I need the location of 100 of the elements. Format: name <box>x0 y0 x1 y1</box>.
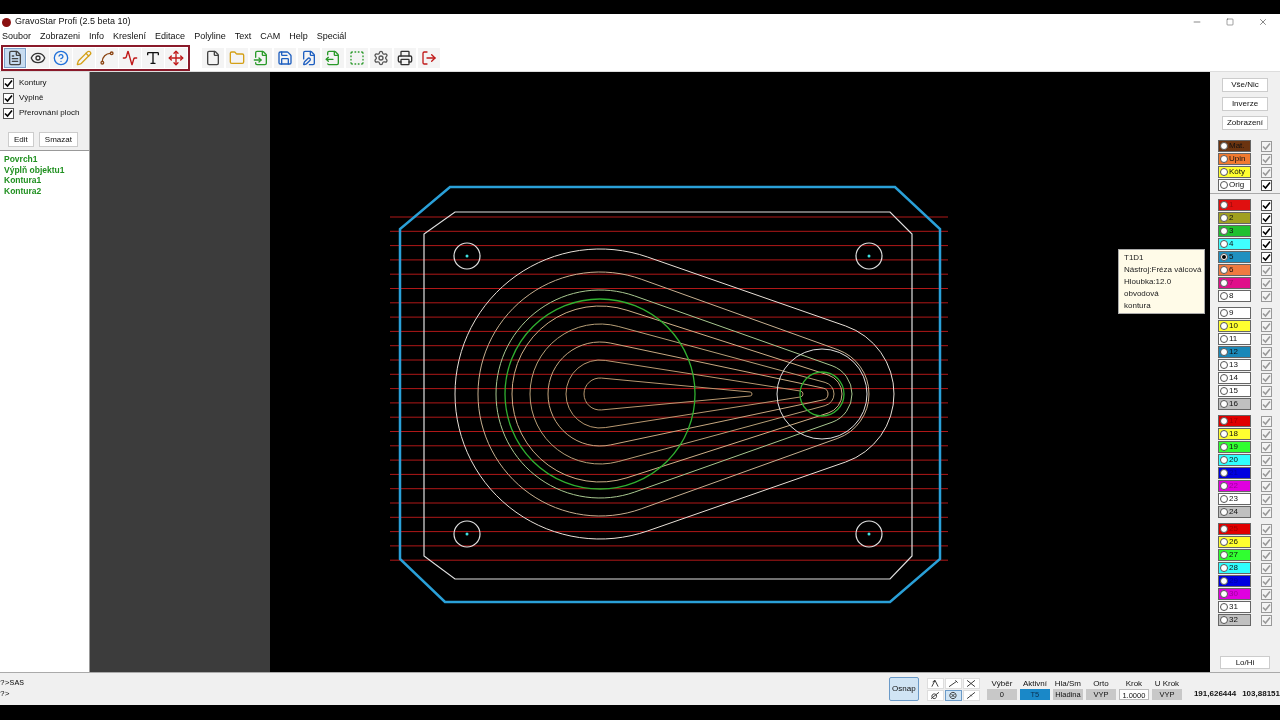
layer-label: 25 <box>1229 524 1238 534</box>
layer-checkbox[interactable] <box>1261 212 1272 224</box>
osnap-button[interactable]: Osnap <box>888 677 919 701</box>
layer-radio[interactable] <box>1220 227 1228 235</box>
toolbar-button[interactable] <box>394 47 416 68</box>
tooltip-line: T1D1 <box>1124 253 1145 262</box>
field-label: Orto <box>1093 678 1109 689</box>
snap-icon <box>947 689 960 701</box>
toolbar-button[interactable] <box>27 47 49 68</box>
menu-item[interactable]: Info <box>89 30 105 44</box>
drawing-canvas[interactable]: T1D1 Nástroj:Fréza válcová Hloubka:12.0 obvodová kontura <box>270 72 1210 672</box>
menu-item[interactable]: CAM <box>260 30 281 44</box>
layer-swatch[interactable]: 5 <box>1218 251 1251 263</box>
field-label: Hla/Sm <box>1054 678 1081 689</box>
arrows-icon <box>168 49 184 66</box>
panel-button[interactable]: Vše/Nic <box>1222 78 1268 92</box>
snap-button[interactable] <box>944 689 962 701</box>
layer-swatch[interactable]: 4 <box>1218 238 1251 250</box>
tooltip-line: obvodová <box>1124 289 1160 298</box>
layer-radio[interactable] <box>1220 253 1228 261</box>
toolbar-button[interactable] <box>298 47 320 68</box>
file-import-icon <box>253 49 269 66</box>
panel-button[interactable]: Lo/Hi <box>1220 656 1270 669</box>
menu-item[interactable]: Kreslení <box>113 30 147 44</box>
file-export-icon <box>325 49 341 66</box>
layer-label: 26 <box>1229 537 1238 547</box>
layer-swatch[interactable]: 3 <box>1218 225 1251 237</box>
close-icon[interactable] <box>1258 17 1268 27</box>
exit-icon <box>421 49 437 66</box>
layer-label: 31 <box>1229 602 1238 612</box>
panel-button[interactable]: Edit <box>8 132 34 147</box>
layer-label: 7 <box>1229 278 1234 288</box>
menu-item[interactable]: Help <box>289 30 308 44</box>
option-checkbox[interactable] <box>3 77 14 89</box>
panel-button[interactable]: Inverze <box>1222 97 1268 111</box>
pencil-icon <box>76 49 92 66</box>
menu-item[interactable]: Text <box>234 30 252 44</box>
help-icon <box>53 49 69 66</box>
tooltip-line: kontura <box>1124 301 1152 310</box>
layer-checkbox[interactable] <box>1261 179 1272 191</box>
panel-button[interactable]: Smazat <box>38 132 78 147</box>
toolbar-button[interactable] <box>274 47 296 68</box>
layer-label: 24 <box>1229 507 1238 517</box>
save-icon <box>277 49 293 66</box>
app-icon <box>2 17 11 27</box>
layer-label: 11 <box>1229 334 1238 344</box>
layer-label: 32 <box>1229 615 1238 625</box>
toolbar-button[interactable] <box>119 47 141 68</box>
layer-swatch[interactable]: 2 <box>1218 212 1251 224</box>
layer-checkbox[interactable] <box>1261 199 1272 211</box>
toolbar-button[interactable] <box>202 47 224 68</box>
menu-item[interactable]: Soubor <box>2 30 32 44</box>
layer-radio[interactable] <box>1220 181 1228 189</box>
option-checkbox[interactable] <box>3 92 14 104</box>
menu-item[interactable]: Zobrazeni <box>40 30 81 44</box>
layer-checkbox[interactable] <box>1261 238 1272 250</box>
layer-checkbox[interactable] <box>1261 225 1272 237</box>
object-item[interactable]: Kontura1 <box>4 175 89 187</box>
layer-swatch[interactable]: Orig <box>1218 179 1251 191</box>
snap-icon <box>947 677 960 689</box>
layer-label: 16 <box>1229 399 1238 409</box>
folder-icon <box>229 49 245 66</box>
console-line: ?>SAS <box>0 677 25 688</box>
object-item[interactable]: Povrch1 <box>4 154 89 165</box>
option-label: Výplně <box>19 92 44 104</box>
menu-item[interactable]: Speciál <box>316 30 347 44</box>
toolbar-button[interactable] <box>370 47 392 68</box>
layer-radio[interactable] <box>1220 201 1228 209</box>
layer-label: Upin <box>1229 154 1246 164</box>
layer-label: 27 <box>1229 550 1238 560</box>
toolbar-button[interactable] <box>4 47 26 68</box>
toolbar-button[interactable] <box>165 47 187 68</box>
menu-item[interactable]: Editace <box>155 30 186 44</box>
toolbar-button[interactable] <box>96 47 118 68</box>
layer-label: 28 <box>1229 563 1238 573</box>
layer-label: 4 <box>1229 239 1234 249</box>
layer-label: 2 <box>1229 213 1234 223</box>
printer-icon <box>397 49 413 66</box>
document-icon <box>7 49 23 66</box>
layer-label: 6 <box>1229 265 1234 275</box>
layer-label: Mat. <box>1229 141 1245 151</box>
toolbar-button[interactable] <box>142 47 164 68</box>
layer-label: 17 <box>1229 416 1238 426</box>
layer-label: 3 <box>1229 226 1234 236</box>
object-item[interactable]: Výplň objektu1 <box>4 164 89 176</box>
object-item[interactable]: Kontura2 <box>4 186 89 197</box>
layer-radio[interactable] <box>1220 240 1228 248</box>
menu-item[interactable]: Polyline <box>194 30 226 44</box>
option-checkbox[interactable] <box>3 107 14 119</box>
text-icon <box>145 49 161 66</box>
layer-label: Orig <box>1229 180 1245 190</box>
snap-icon <box>965 689 978 701</box>
layer-label: 20 <box>1229 455 1238 465</box>
field-label: Aktivní <box>1022 678 1047 689</box>
panel-button[interactable]: Zobrazení <box>1222 116 1268 130</box>
field-label: Krok <box>1125 678 1143 689</box>
console-line: ?> <box>0 688 11 699</box>
layer-radio[interactable] <box>1220 214 1228 222</box>
layer-checkbox[interactable] <box>1261 251 1272 263</box>
window-title: GravoStar Profi (2.5 beta 10) <box>15 15 131 29</box>
